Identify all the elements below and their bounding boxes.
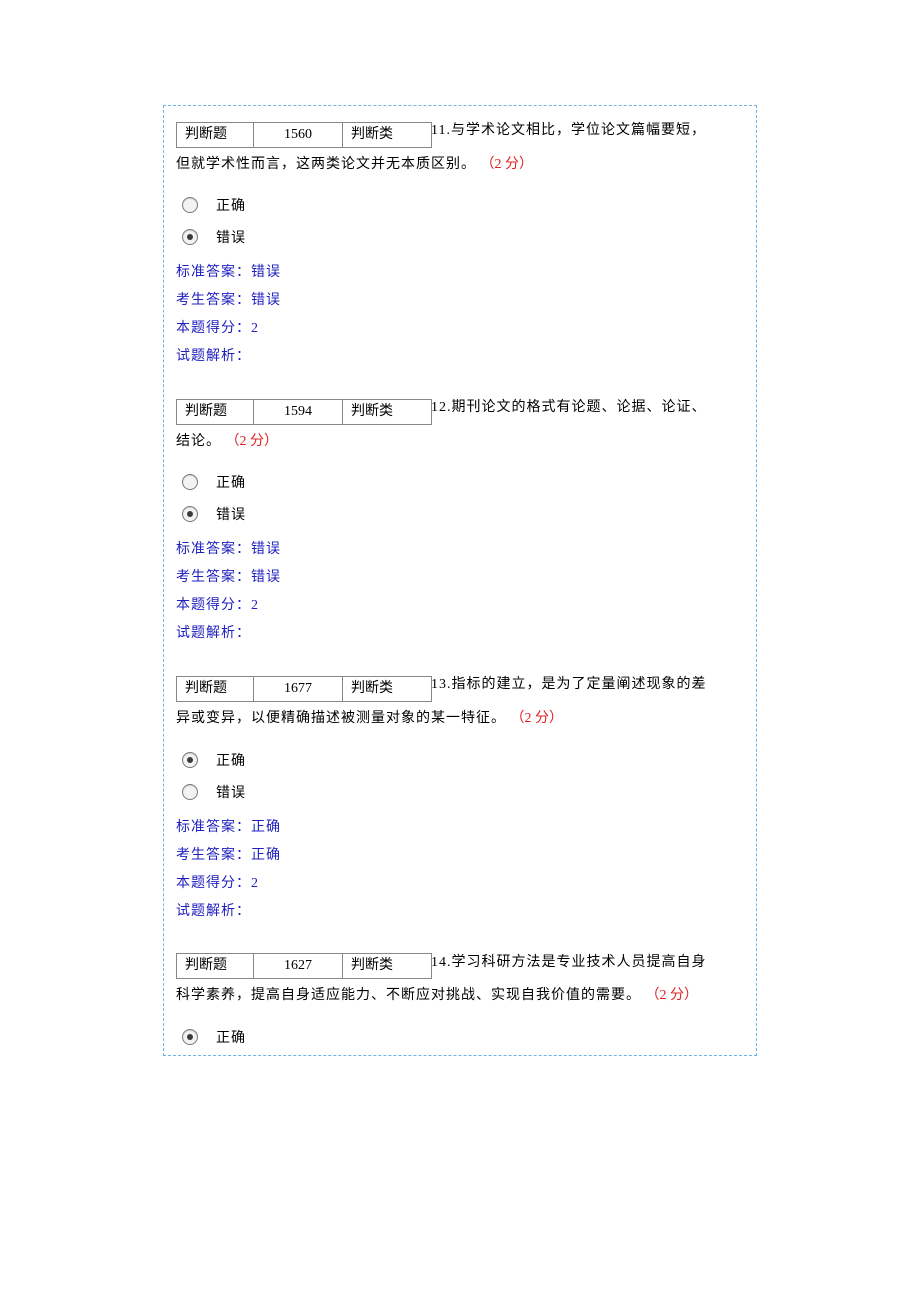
question-number-cell: 1677: [253, 676, 343, 702]
question-meta-cells: 判断题1594判断类: [176, 399, 431, 425]
question-points: （2 分）: [511, 711, 564, 726]
standard-answer: 标准答案：正确: [176, 814, 744, 842]
question-analysis: 试题解析：: [176, 343, 744, 371]
question-score: 本题得分：2: [176, 870, 744, 898]
option-label-wrong: 错误: [216, 227, 246, 247]
question-points: （2 分）: [226, 434, 279, 449]
question-analysis: 试题解析：: [176, 898, 744, 926]
option-correct[interactable]: 正确: [176, 1027, 744, 1047]
standard-answer: 标准答案：错误: [176, 536, 744, 564]
question-text-tail: 但就学术性而言，这两类论文并无本质区别。: [176, 157, 476, 172]
option-label-wrong: 错误: [216, 504, 246, 524]
question-header: 判断题1594判断类 12.期刊论文的格式有论题、论据、论证、 结论。 （2 分…: [176, 391, 744, 458]
question-type-cell: 判断题: [176, 399, 254, 425]
radio-icon: [182, 474, 198, 490]
question-header: 判断题1560判断类 11.与学术论文相比，学位论文篇幅要短， 但就学术性而言，…: [176, 114, 744, 181]
question-meta-cells: 判断题1627判断类: [176, 953, 431, 979]
question-category-cell: 判断类: [342, 399, 432, 425]
question-number-cell: 1560: [253, 122, 343, 148]
question-type-cell: 判断题: [176, 676, 254, 702]
question-analysis: 试题解析：: [176, 620, 744, 648]
question-text-head: 学习科研方法是专业技术人员提高自身: [452, 955, 707, 970]
option-wrong[interactable]: 错误: [176, 782, 744, 802]
radio-icon: [182, 784, 198, 800]
radio-icon-selected: [182, 506, 198, 522]
question-index: 14.: [431, 955, 452, 970]
option-correct[interactable]: 正确: [176, 195, 744, 215]
question-text-tail: 异或变异，以便精确描述被测量对象的某一特征。: [176, 711, 506, 726]
user-answer: 考生答案：错误: [176, 287, 744, 315]
user-answer: 考生答案：正确: [176, 842, 744, 870]
radio-icon-selected: [182, 1029, 198, 1045]
question-score: 本题得分：2: [176, 592, 744, 620]
question-header: 判断题1677判断类 13.指标的建立，是为了定量阐述现象的差 异或变异，以便精…: [176, 668, 744, 735]
question-14: 判断题1627判断类 14.学习科研方法是专业技术人员提高自身 科学素养，提高自…: [176, 946, 744, 1047]
question-type-cell: 判断题: [176, 122, 254, 148]
option-correct[interactable]: 正确: [176, 472, 744, 492]
radio-icon: [182, 197, 198, 213]
question-text-tail: 结论。: [176, 434, 221, 449]
question-text-head: 与学术论文相比，学位论文篇幅要短，: [451, 123, 706, 138]
radio-icon-selected: [182, 229, 198, 245]
question-header: 判断题1627判断类 14.学习科研方法是专业技术人员提高自身 科学素养，提高自…: [176, 946, 744, 1013]
question-text-tail: 科学素养，提高自身适应能力、不断应对挑战、实现自我价值的需要。: [176, 988, 641, 1003]
option-wrong[interactable]: 错误: [176, 504, 744, 524]
question-13: 判断题1677判断类 13.指标的建立，是为了定量阐述现象的差 异或变异，以便精…: [176, 668, 744, 925]
option-label-correct: 正确: [216, 195, 246, 215]
question-meta-cells: 判断题1560判断类: [176, 122, 431, 148]
option-label-correct: 正确: [216, 472, 246, 492]
question-type-cell: 判断题: [176, 953, 254, 979]
question-score: 本题得分：2: [176, 315, 744, 343]
question-number-cell: 1627: [253, 953, 343, 979]
question-text-head: 指标的建立，是为了定量阐述现象的差: [452, 677, 707, 692]
option-label-correct: 正确: [216, 1027, 246, 1047]
quiz-container: 判断题1560判断类 11.与学术论文相比，学位论文篇幅要短， 但就学术性而言，…: [163, 105, 757, 1056]
user-answer: 考生答案：错误: [176, 564, 744, 592]
question-points: （2 分）: [481, 157, 534, 172]
question-meta-cells: 判断题1677判断类: [176, 676, 431, 702]
question-index: 12.: [431, 400, 452, 415]
question-12: 判断题1594判断类 12.期刊论文的格式有论题、论据、论证、 结论。 （2 分…: [176, 391, 744, 648]
standard-answer: 标准答案：错误: [176, 259, 744, 287]
option-label-wrong: 错误: [216, 782, 246, 802]
question-category-cell: 判断类: [342, 122, 432, 148]
question-index: 11.: [431, 123, 451, 138]
question-category-cell: 判断类: [342, 676, 432, 702]
question-text-head: 期刊论文的格式有论题、论据、论证、: [452, 400, 707, 415]
question-11: 判断题1560判断类 11.与学术论文相比，学位论文篇幅要短， 但就学术性而言，…: [176, 114, 744, 371]
option-wrong[interactable]: 错误: [176, 227, 744, 247]
option-correct[interactable]: 正确: [176, 750, 744, 770]
radio-icon-selected: [182, 752, 198, 768]
question-points: （2 分）: [646, 988, 699, 1003]
question-category-cell: 判断类: [342, 953, 432, 979]
question-number-cell: 1594: [253, 399, 343, 425]
question-index: 13.: [431, 677, 452, 692]
option-label-correct: 正确: [216, 750, 246, 770]
